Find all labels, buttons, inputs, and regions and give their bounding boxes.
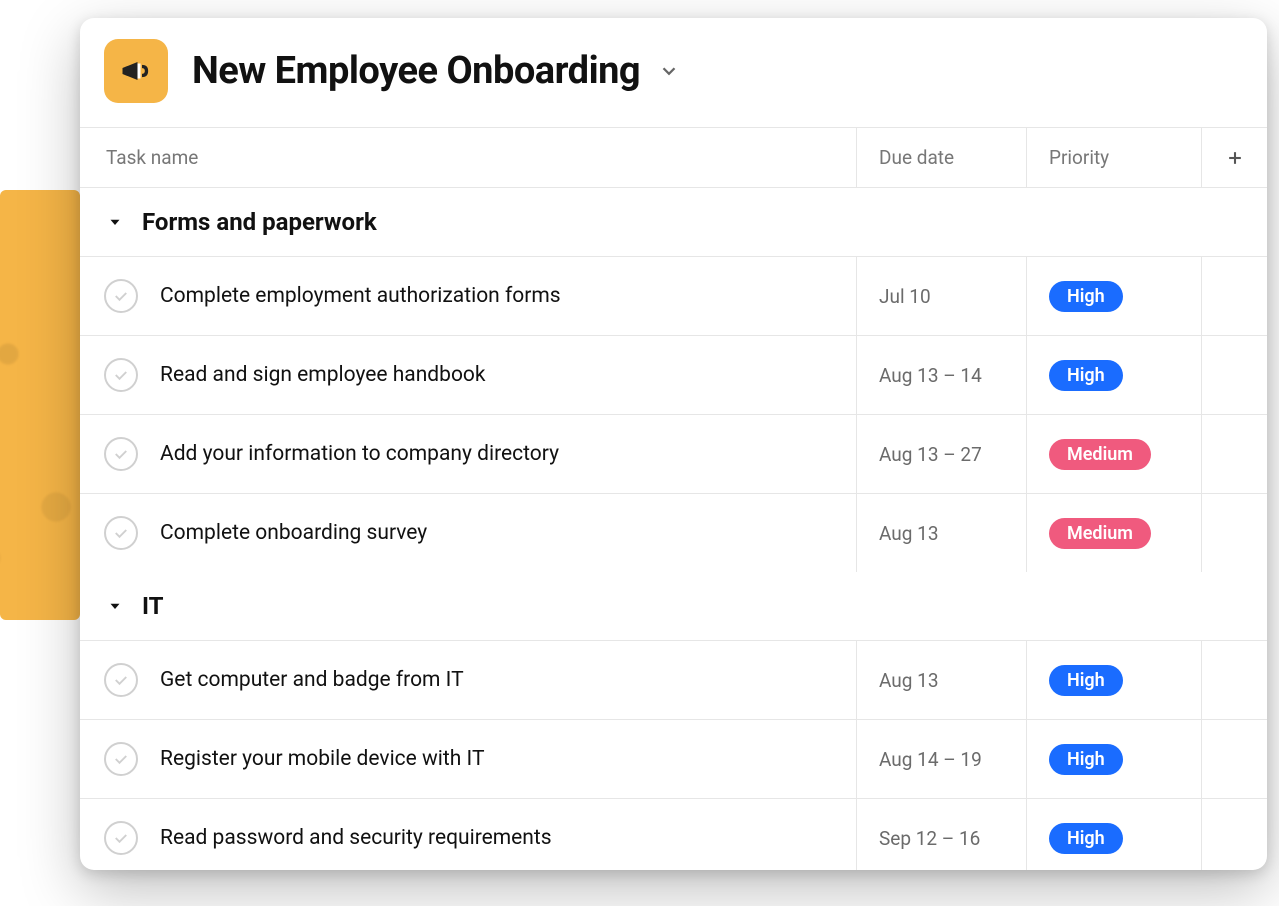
task-due-cell[interactable]: Jul 10 [857,257,1027,335]
task-complete-toggle[interactable] [104,279,138,313]
task-extra-cell[interactable] [1202,415,1267,493]
project-menu-chevron[interactable] [658,60,680,82]
priority-pill[interactable]: High [1049,665,1123,696]
task-name-cell[interactable]: Read and sign employee handbook [80,336,857,414]
task-due-date: Sep 12 – 16 [879,827,980,850]
section-header[interactable]: IT [80,572,1267,640]
section-title: IT [142,592,164,620]
task-name: Read password and security requirements [160,826,552,850]
priority-pill[interactable]: Medium [1049,439,1151,470]
section-collapse-toggle[interactable] [106,597,124,615]
section-header[interactable]: Forms and paperwork [80,188,1267,256]
task-complete-toggle[interactable] [104,663,138,697]
task-due-date: Aug 13 [879,669,939,692]
task-name-cell[interactable]: Read password and security requirements [80,799,857,870]
task-complete-toggle[interactable] [104,437,138,471]
task-due-cell[interactable]: Aug 13 – 27 [857,415,1027,493]
task-priority-cell[interactable]: High [1027,720,1202,798]
section-title: Forms and paperwork [142,208,377,236]
task-complete-toggle[interactable] [104,358,138,392]
task-row[interactable]: Read and sign employee handbook Aug 13 – … [80,335,1267,414]
task-extra-cell[interactable] [1202,336,1267,414]
task-row[interactable]: Complete employment authorization forms J… [80,256,1267,335]
check-icon [112,445,130,463]
caret-down-icon [106,213,124,231]
caret-down-icon [106,597,124,615]
sections-container: Forms and paperwork Complete employment a… [80,188,1267,870]
task-priority-cell[interactable]: High [1027,799,1202,870]
task-priority-cell[interactable]: High [1027,641,1202,719]
task-priority-cell[interactable]: High [1027,257,1202,335]
plus-icon [1225,148,1245,168]
task-name-cell[interactable]: Complete employment authorization forms [80,257,857,335]
check-icon [112,750,130,768]
project-card: New Employee Onboarding Task name Due da… [80,18,1267,870]
check-icon [112,524,130,542]
column-headers: Task name Due date Priority [80,127,1267,188]
task-complete-toggle[interactable] [104,742,138,776]
task-name-cell[interactable]: Register your mobile device with IT [80,720,857,798]
priority-pill[interactable]: High [1049,744,1123,775]
task-name-cell[interactable]: Complete onboarding survey [80,494,857,572]
section-collapse-toggle[interactable] [106,213,124,231]
column-due-date[interactable]: Due date [857,128,1027,187]
task-extra-cell[interactable] [1202,799,1267,870]
task-priority-cell[interactable]: Medium [1027,415,1202,493]
task-extra-cell[interactable] [1202,720,1267,798]
chevron-down-icon [658,60,680,82]
add-column-button[interactable] [1202,128,1267,187]
task-name: Add your information to company director… [160,442,559,466]
task-extra-cell[interactable] [1202,257,1267,335]
megaphone-icon [118,53,154,89]
task-due-cell[interactable]: Aug 13 – 14 [857,336,1027,414]
check-icon [112,671,130,689]
task-complete-toggle[interactable] [104,516,138,550]
task-row[interactable]: Add your information to company director… [80,414,1267,493]
task-extra-cell[interactable] [1202,641,1267,719]
task-priority-cell[interactable]: High [1027,336,1202,414]
task-row[interactable]: Register your mobile device with IT Aug 1… [80,719,1267,798]
check-icon [112,366,130,384]
priority-pill[interactable]: Medium [1049,518,1151,549]
task-due-cell[interactable]: Aug 13 [857,641,1027,719]
task-name: Complete employment authorization forms [160,284,561,308]
task-row[interactable]: Read password and security requirements S… [80,798,1267,870]
project-header: New Employee Onboarding [80,19,1267,127]
task-due-cell[interactable]: Aug 13 [857,494,1027,572]
task-extra-cell[interactable] [1202,494,1267,572]
project-icon-megaphone[interactable] [104,39,168,103]
task-priority-cell[interactable]: Medium [1027,494,1202,572]
priority-pill[interactable]: High [1049,823,1123,854]
task-due-date: Aug 13 [879,522,939,545]
task-due-date: Aug 14 – 19 [879,748,982,771]
task-name: Register your mobile device with IT [160,747,485,771]
task-name: Complete onboarding survey [160,521,427,545]
task-name: Read and sign employee handbook [160,363,486,387]
project-title[interactable]: New Employee Onboarding [192,49,640,93]
priority-pill[interactable]: High [1049,360,1123,391]
priority-pill[interactable]: High [1049,281,1123,312]
task-due-date: Aug 13 – 27 [879,443,982,466]
task-due-cell[interactable]: Sep 12 – 16 [857,799,1027,870]
task-name: Get computer and badge from IT [160,668,464,692]
task-row[interactable]: Get computer and badge from IT Aug 13 High [80,640,1267,719]
check-icon [112,829,130,847]
column-priority[interactable]: Priority [1027,128,1202,187]
task-due-date: Aug 13 – 14 [879,364,982,387]
task-name-cell[interactable]: Add your information to company director… [80,415,857,493]
task-due-date: Jul 10 [879,285,931,308]
column-task-name[interactable]: Task name [80,128,857,187]
task-name-cell[interactable]: Get computer and badge from IT [80,641,857,719]
task-row[interactable]: Complete onboarding survey Aug 13 Medium [80,493,1267,572]
task-complete-toggle[interactable] [104,821,138,855]
task-due-cell[interactable]: Aug 14 – 19 [857,720,1027,798]
check-icon [112,287,130,305]
background-accent [0,190,80,620]
